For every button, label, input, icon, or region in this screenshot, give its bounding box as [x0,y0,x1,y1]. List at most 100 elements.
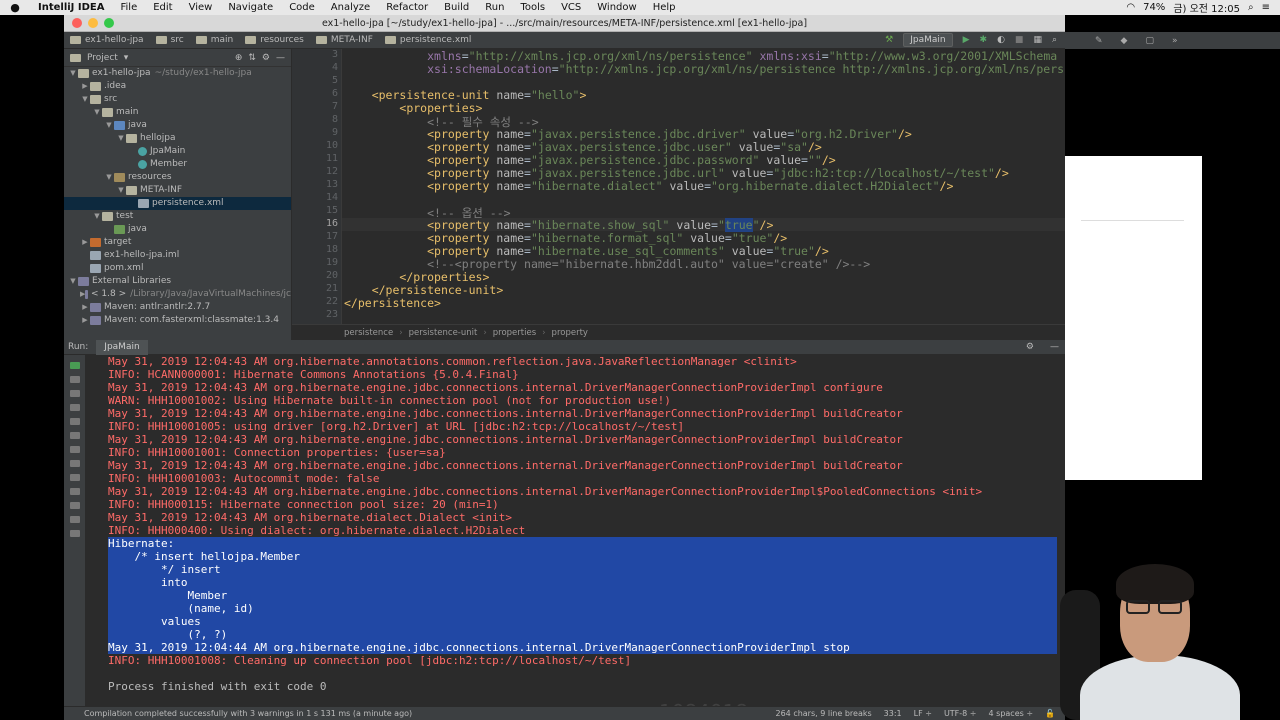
expand-arrow-icon[interactable]: ▼ [80,93,90,106]
nav-crumb[interactable]: resources [239,35,310,45]
code-line[interactable]: </persistence> [344,296,441,310]
expand-arrow-icon[interactable]: ▼ [68,275,78,288]
menu-analyze[interactable]: Analyze [323,2,378,13]
run-tab-jpamain[interactable]: JpaMain [96,339,148,355]
nav-crumb[interactable]: src [150,35,190,45]
code-line[interactable]: <property name="javax.persistence.jdbc.p… [344,153,836,167]
maximize-icon[interactable]: ▢ [1145,36,1154,46]
lock-icon[interactable]: 🔓 [1045,709,1055,718]
chevron-right-icon[interactable]: » [1172,36,1178,46]
run-icon[interactable]: ▶ [963,35,970,45]
tree-node[interactable]: ▼ ex1-hello-jpa ~/study/ex1-hello-jpa [64,67,291,80]
search-everywhere-icon[interactable]: ⌕ [1052,35,1057,45]
menu-tools[interactable]: Tools [512,2,553,13]
expand-arrow-icon[interactable]: ▶ [80,301,90,314]
indent-setting[interactable]: 4 spaces ÷ [989,709,1034,718]
menu-vcs[interactable]: VCS [553,2,589,13]
caret-position[interactable]: 33:1 [884,709,902,718]
tree-node[interactable]: ▼ java [64,119,291,132]
expand-arrow-icon[interactable]: ▼ [104,171,114,184]
clock[interactable]: 금) 오전 12:05 [1173,0,1240,15]
editor-breadcrumb-item[interactable]: property [552,328,588,338]
menu-edit[interactable]: Edit [145,2,180,13]
pin-icon[interactable] [69,530,80,537]
tree-node[interactable]: persistence.xml [64,197,291,210]
menu-window[interactable]: Window [589,2,644,13]
tree-node[interactable]: ▼ src [64,93,291,106]
code-line[interactable]: <property name="hibernate.dialect" value… [344,179,953,193]
up-icon[interactable] [69,376,80,383]
menu-build[interactable]: Build [436,2,477,13]
expand-arrow-icon[interactable]: ▶ [80,314,90,327]
locate-icon[interactable]: ⊕ [235,53,243,63]
menu-code[interactable]: Code [281,2,323,13]
expand-arrow-icon[interactable]: ▼ [116,184,126,197]
exit-icon[interactable] [69,474,80,481]
pause-icon[interactable] [69,418,80,425]
tree-node[interactable]: ▼ META-INF [64,184,291,197]
tree-node[interactable]: ▼ resources [64,171,291,184]
close-window-button[interactable] [72,18,82,28]
code-line[interactable]: <persistence-unit name="hello"> [344,88,587,102]
code-line[interactable]: <property name="hibernate.show_sql" valu… [344,218,773,232]
tree-node[interactable]: ▶ target [64,236,291,249]
stop-icon[interactable] [69,390,80,397]
debug-icon[interactable]: ✱ [980,35,988,45]
code-line[interactable]: xmlns="http://xmlns.jcp.org/xml/ns/persi… [344,49,1057,63]
stop-icon[interactable]: ■ [1015,35,1024,45]
hide-icon[interactable]: — [276,53,285,63]
print-icon[interactable] [69,488,80,495]
expand-arrow-icon[interactable]: ▼ [92,210,102,223]
run-console[interactable]: May 31, 2019 12:04:43 AM org.hibernate.a… [108,355,1057,706]
tree-node[interactable]: ex1-hello-jpa.iml [64,249,291,262]
zoom-window-button[interactable] [104,18,114,28]
soft-wrap-icon[interactable] [69,432,80,439]
tree-node[interactable]: ▶ Maven: antlr:antlr:2.7.7 [64,301,291,314]
code-editor[interactable]: 3 xmlns="http://xmlns.jcp.org/xml/ns/per… [292,49,1065,324]
coverage-icon[interactable]: ◐ [997,35,1005,45]
pin-icon[interactable]: ✎ [1095,36,1103,46]
expand-arrow-icon[interactable]: ▼ [116,132,126,145]
expand-arrow-icon[interactable]: ▼ [92,106,102,119]
diamond-icon[interactable]: ◆ [1121,36,1128,46]
hide-icon[interactable]: — [1050,342,1065,352]
collapse-icon[interactable]: ⇅ [248,53,256,63]
tree-node[interactable]: ▼ hellojpa [64,132,291,145]
trash-icon[interactable] [69,502,80,509]
expand-arrow-icon[interactable]: ▶ [80,236,90,249]
tree-node[interactable]: java [64,223,291,236]
editor-breadcrumb-item[interactable]: persistence [344,328,393,338]
app-menu[interactable]: IntelliJ IDEA [30,2,112,13]
minimize-window-button[interactable] [88,18,98,28]
wifi-icon[interactable]: ◠ [1126,2,1135,13]
code-line[interactable]: <property name="javax.persistence.jdbc.u… [344,166,1009,180]
menu-help[interactable]: Help [645,2,684,13]
code-line[interactable]: <property name="javax.persistence.jdbc.d… [344,127,912,141]
editor-breadcrumb-item[interactable]: persistence-unit [409,328,478,338]
scroll-end-icon[interactable] [69,460,80,467]
code-line[interactable]: <property name="hibernate.use_sql_commen… [344,244,829,258]
line-separator[interactable]: LF ÷ [914,709,932,718]
code-line[interactable]: <property name="javax.persistence.jdbc.u… [344,140,822,154]
tree-node[interactable]: JpaMain [64,145,291,158]
tree-node[interactable]: ▼ test [64,210,291,223]
menu-view[interactable]: View [181,2,221,13]
tree-node[interactable]: ▶ .idea [64,80,291,93]
tree-node[interactable]: ▼ External Libraries [64,275,291,288]
tree-node[interactable]: Member [64,158,291,171]
gear-icon[interactable]: ⚙ [262,53,270,63]
project-view-select[interactable]: Project [87,53,118,63]
project-structure-icon[interactable]: ▦ [1033,35,1042,45]
search-icon[interactable]: ⌕ [1248,2,1254,13]
menu-list-icon[interactable]: ≡ [1262,2,1270,13]
chevron-down-icon[interactable]: ▾ [124,53,129,63]
nav-crumb[interactable]: META-INF [310,35,379,45]
status-message[interactable]: Compilation completed successfully with … [84,709,412,718]
tree-node[interactable]: ▶ Maven: com.fasterxml:classmate:1.3.4 [64,314,291,327]
code-line[interactable]: xsi:schemaLocation="http://xmlns.jcp.org… [344,62,1064,76]
nav-crumb[interactable]: main [190,35,240,45]
rerun-icon[interactable] [69,362,80,369]
menu-file[interactable]: File [112,2,145,13]
tree-node[interactable]: ▼ main [64,106,291,119]
down-icon[interactable] [69,404,80,411]
